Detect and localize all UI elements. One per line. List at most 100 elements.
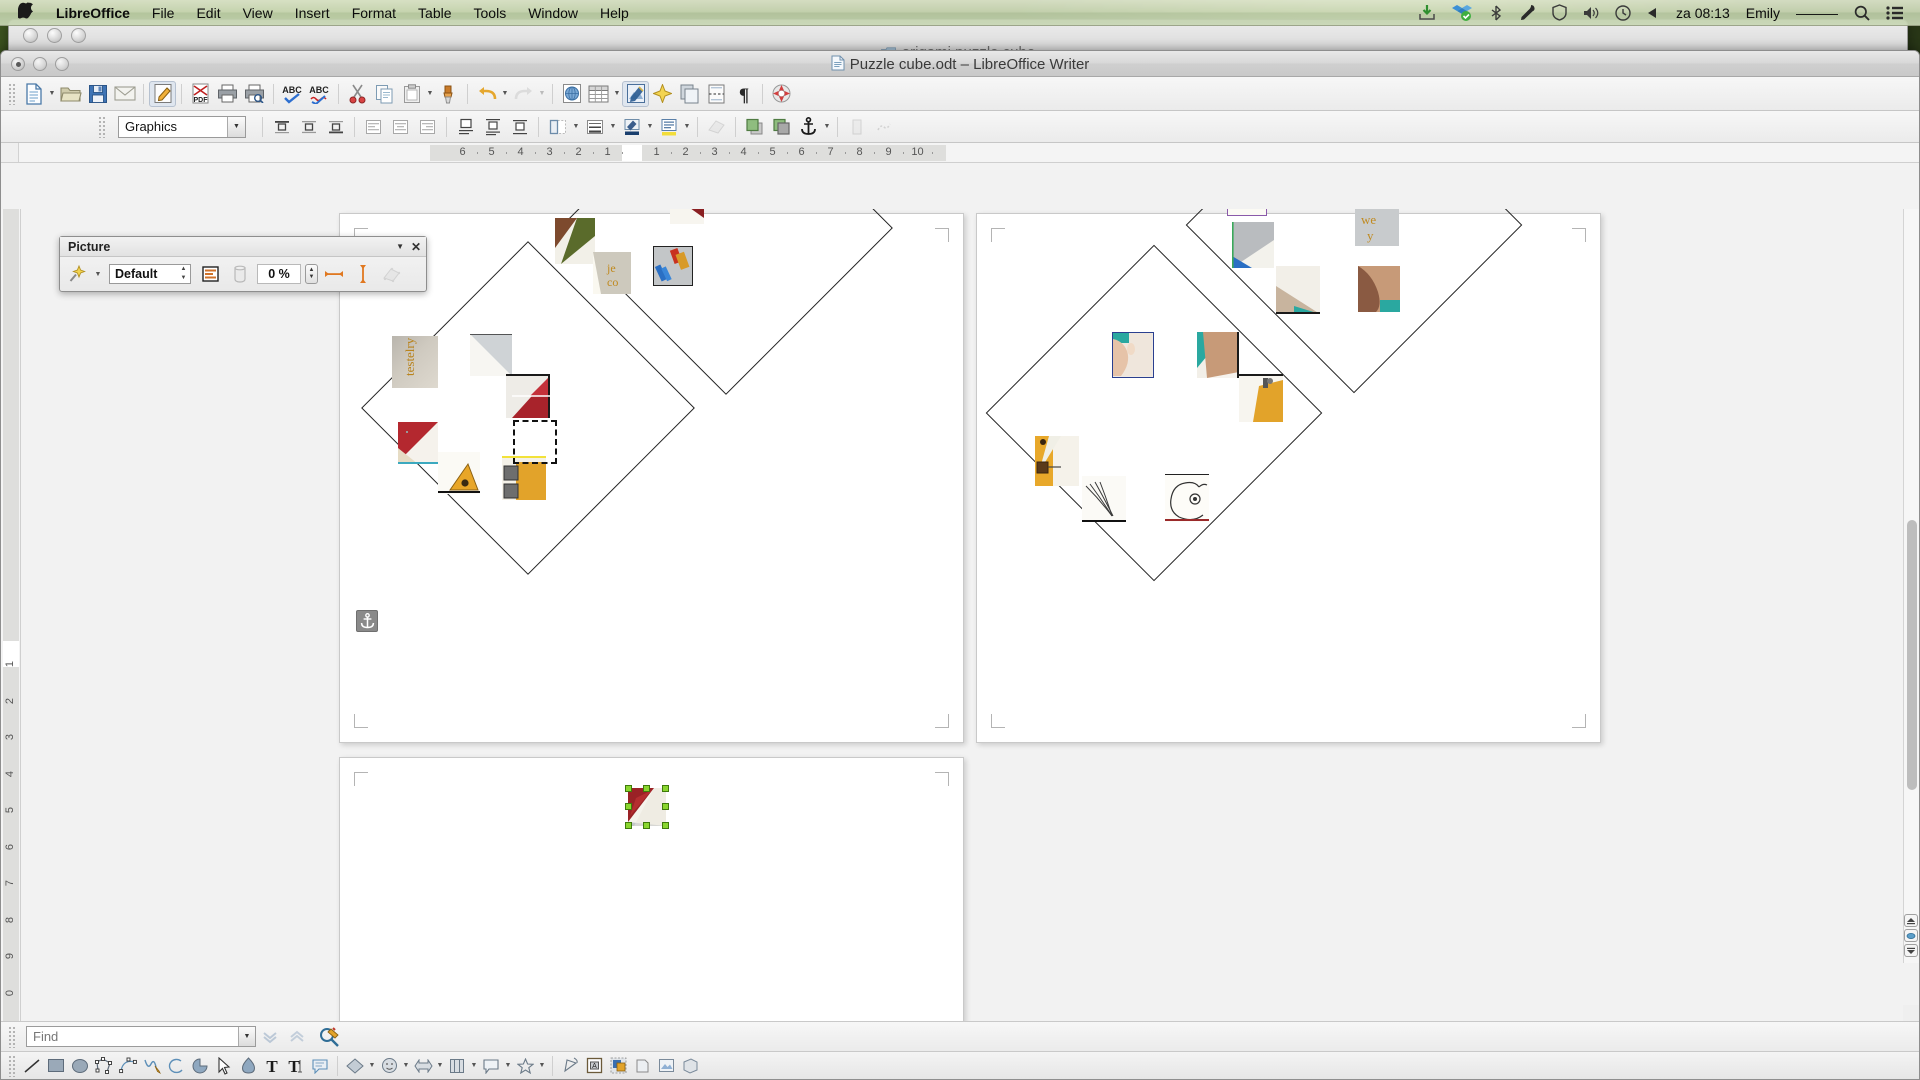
print-preview-button[interactable]: [241, 81, 268, 107]
line-tool[interactable]: [20, 1054, 44, 1078]
insert-chart-button[interactable]: [558, 81, 585, 107]
wrap-off-button[interactable]: [452, 114, 479, 140]
menu-item-help[interactable]: Help: [589, 5, 640, 21]
image-fragment[interactable]: je co: [593, 252, 631, 294]
cut-button[interactable]: [344, 81, 371, 107]
borders-dropdown[interactable]: ▼: [571, 114, 581, 140]
flip-horizontal-button[interactable]: [320, 261, 347, 287]
insert-frame-button[interactable]: [676, 81, 703, 107]
image-fragment[interactable]: [470, 334, 512, 376]
copy-button[interactable]: [371, 81, 398, 107]
finder-close-button[interactable]: [23, 28, 38, 43]
new-document-button[interactable]: [20, 81, 47, 107]
select-tool[interactable]: [212, 1054, 236, 1078]
find-input[interactable]: Find ▼: [26, 1026, 256, 1047]
basic-shape-tool[interactable]: [236, 1054, 260, 1078]
eyedropper-icon[interactable]: [1512, 4, 1544, 21]
shield-icon[interactable]: [1544, 4, 1575, 21]
writer-title-bar[interactable]: Puzzle cube.odt – LibreOffice Writer: [1, 51, 1919, 77]
menu-item-insert[interactable]: Insert: [284, 5, 341, 21]
formatting-marks-button[interactable]: ¶: [730, 81, 757, 107]
finder-zoom-button[interactable]: [71, 28, 86, 43]
insert-special-char-button[interactable]: [649, 81, 676, 107]
graphic-properties-button[interactable]: [378, 261, 405, 287]
search-icon[interactable]: [1846, 5, 1878, 21]
flowchart-dropdown[interactable]: ▼: [469, 1053, 479, 1079]
image-fragment[interactable]: [1232, 222, 1274, 268]
undo-dropdown[interactable]: ▼: [500, 81, 510, 107]
apple-icon[interactable]: [8, 1, 45, 24]
find-previous-button[interactable]: [283, 1024, 310, 1050]
navigation-button[interactable]: [1904, 929, 1918, 942]
image-fragment[interactable]: [438, 452, 480, 494]
find-next-button[interactable]: [256, 1024, 283, 1050]
align-center-vertical-button[interactable]: [295, 114, 322, 140]
menubar-user[interactable]: Emily: [1738, 5, 1788, 21]
selection-handle-w[interactable]: [625, 803, 632, 810]
finder-minimize-button[interactable]: [47, 28, 62, 43]
stars-tool[interactable]: [513, 1054, 537, 1078]
bluetooth-icon[interactable]: [1480, 5, 1512, 21]
align-bottom-button[interactable]: [322, 114, 349, 140]
change-anchor-dropdown[interactable]: ▼: [822, 114, 832, 140]
selection-handle-ne[interactable]: [662, 785, 669, 792]
vertical-ruler[interactable]: 1 2 3 4 5 6 7 8 9 0: [1, 209, 21, 1021]
link-frames-button[interactable]: [843, 114, 870, 140]
flip-vertical-button[interactable]: [349, 261, 376, 287]
callout-shapes-tool[interactable]: [479, 1054, 503, 1078]
color-adjust-button[interactable]: [226, 261, 253, 287]
selection-handle-s[interactable]: [643, 822, 650, 829]
menu-item-view[interactable]: View: [232, 5, 284, 21]
empty-image-placeholder[interactable]: [513, 420, 557, 464]
previous-page-button[interactable]: [1904, 914, 1918, 927]
menu-item-tools[interactable]: Tools: [463, 5, 518, 21]
image-fragment[interactable]: [1112, 332, 1154, 378]
image-fragment[interactable]: [670, 209, 704, 224]
polygon-tool[interactable]: [92, 1054, 116, 1078]
transparency-spinner[interactable]: ▲ ▼: [305, 264, 318, 284]
image-fragment[interactable]: [1197, 332, 1239, 378]
paste-dropdown[interactable]: ▼: [425, 81, 435, 107]
change-anchor-button[interactable]: [795, 114, 822, 140]
page-1[interactable]: elry test je co: [339, 209, 964, 743]
stars-dropdown[interactable]: ▼: [537, 1053, 547, 1079]
menu-item-file[interactable]: File: [141, 5, 186, 21]
close-icon[interactable]: ✕: [411, 240, 421, 254]
insert-table-dropdown[interactable]: ▼: [612, 81, 622, 107]
time-machine-icon[interactable]: [1607, 4, 1639, 21]
spinner-icon[interactable]: ▲ ▼: [178, 266, 189, 282]
background-color-dropdown[interactable]: ▼: [682, 114, 692, 140]
selection-handle-nw[interactable]: [625, 785, 632, 792]
open-document-button[interactable]: [57, 81, 84, 107]
image-fragment[interactable]: we y: [1355, 209, 1399, 246]
new-document-dropdown[interactable]: ▼: [47, 81, 57, 107]
extrusion-tool[interactable]: [678, 1054, 702, 1078]
find-and-replace-button[interactable]: [316, 1024, 343, 1050]
chevron-down-icon[interactable]: ▼: [238, 1027, 255, 1046]
frame-properties-button[interactable]: [703, 114, 730, 140]
print-document-button[interactable]: [214, 81, 241, 107]
menu-item-window[interactable]: Window: [517, 5, 589, 21]
ellipse-pie-tool[interactable]: [188, 1054, 212, 1078]
image-fragment[interactable]: [506, 374, 550, 418]
scrollbar-thumb[interactable]: [1907, 520, 1917, 791]
menu-item-edit[interactable]: Edit: [185, 5, 231, 21]
image-fragment[interactable]: [1082, 476, 1126, 522]
wrap-on-button[interactable]: [479, 114, 506, 140]
frame-style-combobox[interactable]: Graphics ▼: [118, 115, 246, 138]
basic-shapes-tool[interactable]: [343, 1054, 367, 1078]
image-filter-dropdown[interactable]: ▼: [93, 261, 103, 287]
image-fragment[interactable]: elry test: [392, 336, 438, 388]
page-2[interactable]: we y: [976, 209, 1601, 743]
wrap-through-button[interactable]: [506, 114, 533, 140]
volume-icon[interactable]: [1575, 5, 1607, 21]
selection-handle-sw[interactable]: [625, 822, 632, 829]
image-filter-button[interactable]: [64, 261, 91, 287]
border-style-dropdown[interactable]: ▼: [608, 114, 618, 140]
image-mode-combobox[interactable]: Default ▲ ▼: [109, 264, 191, 284]
selected-picture[interactable]: [628, 788, 666, 826]
chevron-down-icon[interactable]: ▼: [396, 242, 404, 251]
insert-table-button[interactable]: [585, 81, 612, 107]
align-top-button[interactable]: [268, 114, 295, 140]
callout-tool[interactable]: [308, 1054, 332, 1078]
